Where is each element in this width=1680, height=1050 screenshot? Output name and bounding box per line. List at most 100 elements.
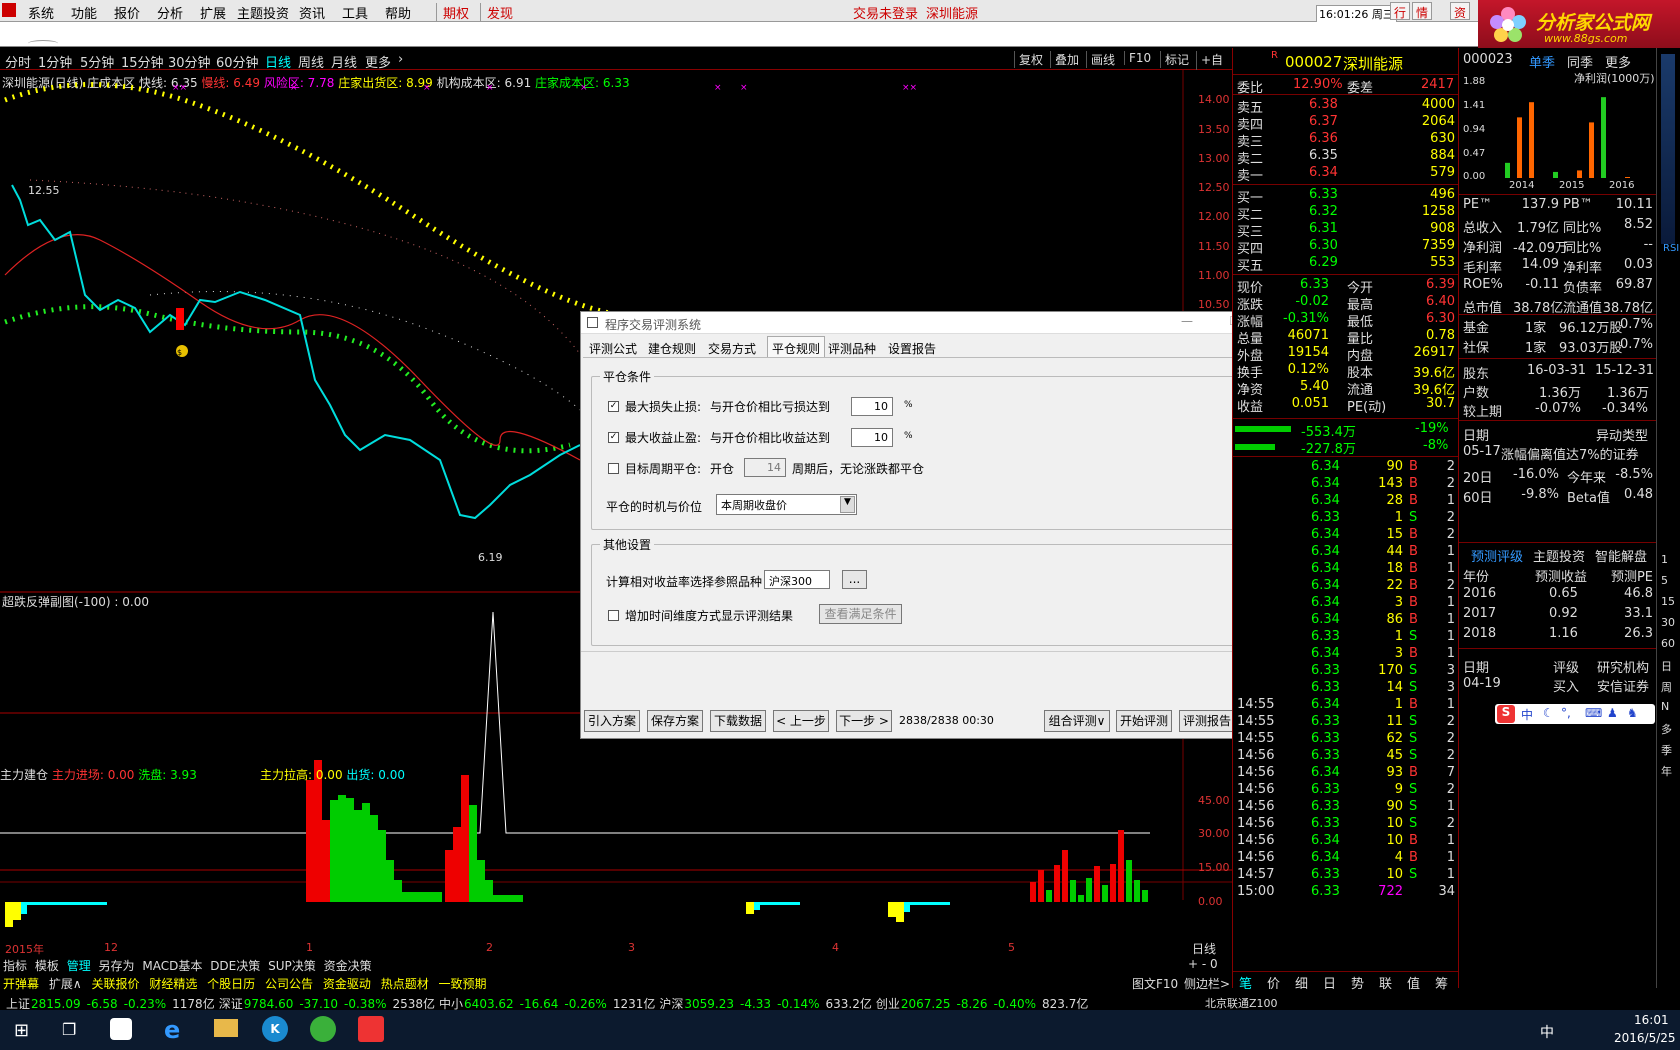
takeprofit-checkbox[interactable]: ✓ (608, 432, 619, 443)
combo-eval-button[interactable]: 组合评测∨ (1044, 710, 1110, 732)
sogou-icon[interactable]: S (1497, 705, 1515, 723)
tab-manage[interactable]: 管理 (67, 959, 91, 973)
windows-start-icon[interactable]: ⊞ (14, 1020, 29, 1041)
tab-theme-invest[interactable]: 主题投资 (1533, 546, 1585, 565)
benchmark-browse-button[interactable]: ... (842, 570, 867, 589)
green-app-icon[interactable] (310, 1016, 336, 1042)
adjust-button[interactable]: 复权 (1014, 51, 1043, 68)
tab-trade-mode[interactable]: 交易方式 (708, 340, 756, 357)
tab-related-quote[interactable]: 关联报价 (91, 977, 139, 991)
period-60min[interactable]: 60分钟 (216, 52, 259, 71)
menu-extend[interactable]: 扩展 (200, 3, 226, 22)
menu-theme[interactable]: 主题投资 (237, 3, 289, 22)
menu-quote[interactable]: 报价 (114, 3, 140, 22)
f10-text-button[interactable]: 图文F10 (1132, 975, 1178, 992)
chevron-right-icon[interactable]: › (398, 52, 403, 67)
save-plan-button[interactable]: 保存方案 (647, 710, 703, 732)
tab-template[interactable]: 模板 (35, 959, 59, 973)
tab-sup[interactable]: SUP决策 (268, 959, 316, 973)
period-fenshi[interactable]: 分时 (5, 52, 31, 71)
period-shortcut[interactable]: 周 (1661, 679, 1672, 695)
tab-hot-topics[interactable]: 热点题材 (381, 977, 429, 991)
ime-chinese-icon[interactable]: 中 (1521, 706, 1533, 723)
f10-tab-more[interactable]: 更多 (1605, 52, 1631, 71)
period-shortcut[interactable]: 年 (1661, 763, 1672, 779)
eval-report-button[interactable]: 评测报告 (1179, 710, 1235, 732)
punct-icon[interactable]: °, (1561, 706, 1571, 720)
menu-options[interactable]: 期权 (436, 3, 469, 22)
menu-news[interactable]: 资讯 (299, 3, 325, 22)
period-monthly[interactable]: 月线 (331, 52, 357, 71)
overlay-button[interactable]: 叠加 (1050, 51, 1079, 68)
f10-tab-quarter[interactable]: 单季 (1529, 52, 1555, 71)
app-icon[interactable] (110, 1018, 132, 1040)
stoploss-checkbox[interactable]: ✓ (608, 401, 619, 412)
trade-button-hang[interactable]: 行 (1390, 2, 1411, 20)
tool-icons[interactable] (1661, 54, 1675, 244)
menu-help[interactable]: 帮助 (385, 3, 411, 22)
period-exit-input[interactable]: 14 (744, 458, 786, 477)
period-shortcut[interactable]: 日 (1661, 658, 1672, 674)
login-status[interactable]: 交易未登录 (853, 3, 918, 22)
keyboard-icon[interactable]: ⌨ (1585, 706, 1602, 720)
ime-indicator[interactable]: 中 (1540, 1022, 1554, 1042)
period-shortcut[interactable]: 多 (1661, 721, 1672, 737)
tab-trend[interactable]: 势 (1351, 973, 1364, 992)
rsi-icon[interactable]: RSI (1663, 243, 1679, 254)
user-icon[interactable]: ♟ (1607, 706, 1618, 720)
period-more[interactable]: 更多 (365, 52, 391, 71)
period-daily[interactable]: 日线 (265, 52, 291, 71)
tab-announcement[interactable]: 公司公告 (265, 977, 313, 991)
tab-link[interactable]: 联 (1379, 973, 1392, 992)
zoom-controls[interactable]: + - 0 (1188, 957, 1218, 971)
stock-app-icon[interactable] (358, 1016, 384, 1042)
menu-discover[interactable]: 发现 (480, 3, 513, 22)
task-view-icon[interactable]: ❐ (62, 1020, 76, 1039)
tab-eval-formula[interactable]: 评测公式 (589, 340, 637, 357)
period-shortcut[interactable]: N (1661, 700, 1669, 713)
tab-eval-stocks[interactable]: 评测品种 (828, 340, 876, 357)
import-plan-button[interactable]: 引入方案 (584, 710, 640, 732)
period-shortcut[interactable]: 30 (1661, 616, 1675, 629)
period-exit-checkbox[interactable] (608, 463, 619, 474)
tab-report-settings[interactable]: 设置报告 (888, 340, 936, 357)
tab-finance[interactable]: 财经精选 (149, 977, 197, 991)
stoploss-input[interactable]: 10 (851, 397, 893, 416)
tab-fund[interactable]: 资金决策 (324, 959, 372, 973)
f10-tab-same[interactable]: 同季 (1567, 52, 1593, 71)
tab-smart-analysis[interactable]: 智能解盘 (1595, 546, 1647, 565)
menu-system[interactable]: 系统 (28, 3, 54, 22)
period-30min[interactable]: 30分钟 (168, 52, 211, 71)
takeprofit-input[interactable]: 10 (851, 428, 893, 447)
tab-expand[interactable]: 扩展∧ (49, 977, 82, 991)
tab-fund-drive[interactable]: 资金驱动 (323, 977, 371, 991)
download-data-button[interactable]: 下载数据 (710, 710, 766, 732)
mark-button[interactable]: 标记 (1160, 51, 1189, 68)
shirt-icon[interactable]: ♞ (1627, 706, 1638, 720)
menu-function[interactable]: 功能 (71, 3, 97, 22)
benchmark-input[interactable]: 沪深300 (764, 570, 830, 589)
period-1min[interactable]: 1分钟 (38, 52, 72, 71)
next-step-button[interactable]: 下一步 > (836, 710, 892, 732)
tab-indicator[interactable]: 指标 (3, 959, 27, 973)
view-conditions-button[interactable]: 查看满足条件 (819, 604, 902, 624)
minimize-icon[interactable]: — (1181, 314, 1193, 328)
sidebar-toggle[interactable]: 侧边栏> (1184, 975, 1230, 992)
tab-day[interactable]: 日 (1323, 973, 1336, 992)
k-app-icon[interactable]: K (262, 1016, 288, 1042)
menu-tools[interactable]: 工具 (342, 3, 368, 22)
period-shortcut[interactable]: 60 (1661, 637, 1675, 650)
folder-icon[interactable] (214, 1019, 238, 1037)
period-5min[interactable]: 5分钟 (80, 52, 114, 71)
tab-exit-rules[interactable]: 平仓规则 (767, 336, 826, 358)
tab-danmaku[interactable]: 开弹幕 (3, 977, 39, 991)
tab-value[interactable]: 值 (1407, 973, 1420, 992)
tab-calendar[interactable]: 个股日历 (207, 977, 255, 991)
time-dim-checkbox[interactable] (608, 610, 619, 621)
tab-macd[interactable]: MACD基本 (142, 959, 202, 973)
moon-icon[interactable]: ☾ (1543, 706, 1554, 720)
draw-button[interactable]: 画线 (1086, 51, 1115, 68)
period-shortcut[interactable]: 15 (1661, 595, 1675, 608)
period-weekly[interactable]: 周线 (298, 52, 324, 71)
trade-button-zi[interactable]: 资 (1450, 2, 1471, 20)
